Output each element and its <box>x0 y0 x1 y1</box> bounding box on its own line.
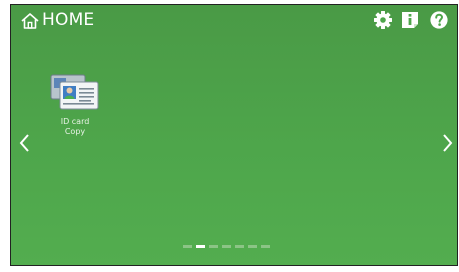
page-dot[interactable] <box>196 245 205 248</box>
gear-icon[interactable] <box>373 10 393 30</box>
info-icon[interactable] <box>400 10 420 30</box>
page-dot[interactable] <box>248 245 257 248</box>
id-card-icon <box>50 73 100 111</box>
page-dot[interactable] <box>222 245 231 248</box>
help-icon[interactable] <box>429 10 449 30</box>
app-label-line1: ID card <box>60 117 90 126</box>
page-dot[interactable] <box>235 245 244 248</box>
next-page-arrow-icon[interactable] <box>439 131 455 155</box>
page-dot[interactable] <box>183 245 192 248</box>
app-id-card-copy[interactable]: ID card Copy <box>43 73 107 145</box>
home-screen: HOME ID card Copy <box>10 4 458 266</box>
page-dot[interactable] <box>209 245 218 248</box>
app-label: ID card Copy <box>43 117 107 137</box>
previous-page-arrow-icon[interactable] <box>17 131 33 155</box>
page-title: HOME <box>42 10 95 30</box>
app-label-line2: Copy <box>64 127 86 136</box>
home-icon[interactable] <box>20 11 40 31</box>
page-dot[interactable] <box>261 245 270 248</box>
header-bar: HOME <box>11 5 457 41</box>
